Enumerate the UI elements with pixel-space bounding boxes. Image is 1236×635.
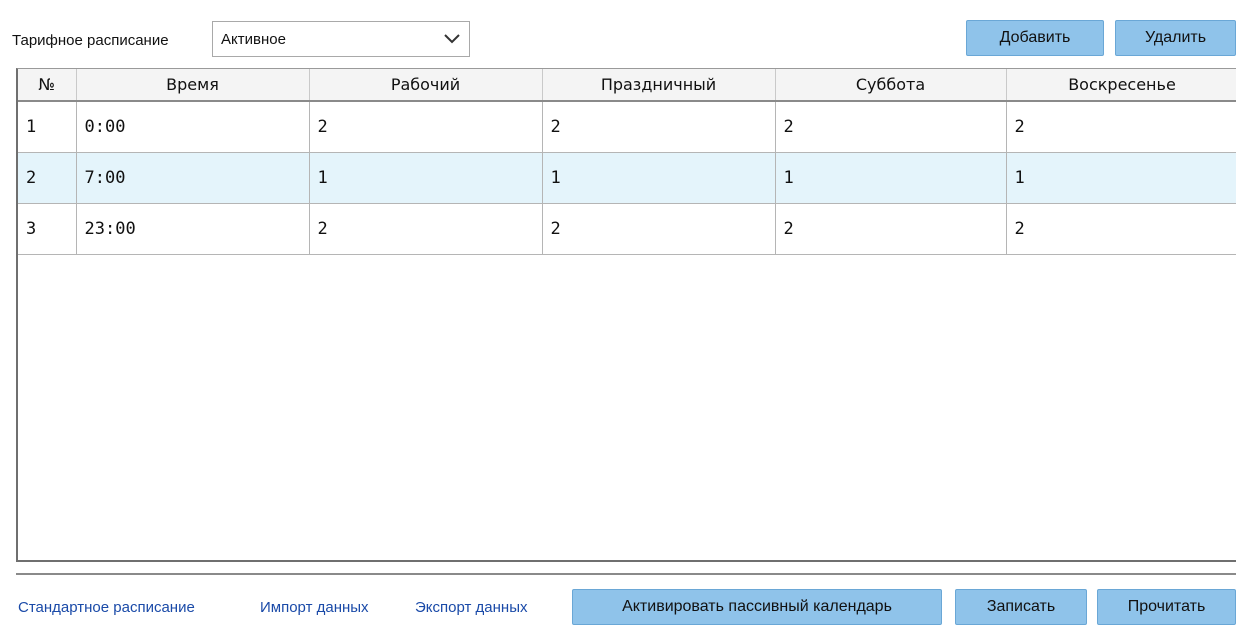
table-cell[interactable]: 3 — [18, 203, 77, 255]
table-cell[interactable]: 23:00 — [76, 203, 310, 255]
activate-passive-calendar-button[interactable]: Активировать пассивный календарь — [572, 589, 942, 625]
schedule-select-value: Активное — [221, 30, 286, 48]
chevron-down-icon[interactable] — [443, 33, 461, 45]
table-cell[interactable]: 2 — [309, 203, 543, 255]
table-cell[interactable]: 1 — [309, 152, 543, 204]
export-data-link[interactable]: Экспорт данных — [415, 599, 527, 616]
read-button[interactable]: Прочитать — [1097, 589, 1236, 625]
add-button[interactable]: Добавить — [966, 20, 1104, 56]
table-cell[interactable]: 1 — [18, 101, 77, 153]
standard-schedule-link[interactable]: Стандартное расписание — [18, 599, 195, 616]
delete-button[interactable]: Удалить — [1115, 20, 1236, 56]
schedule-select[interactable]: Активное — [212, 21, 470, 57]
column-header-workday[interactable]: Рабочий — [309, 69, 543, 102]
table-cell[interactable]: 2 — [542, 101, 776, 153]
import-data-link[interactable]: Импорт данных — [260, 599, 369, 616]
footer-divider — [16, 573, 1236, 575]
table-cell[interactable]: 2 — [542, 203, 776, 255]
column-header-sunday[interactable]: Воскресенье — [1006, 69, 1236, 102]
table-cell[interactable]: 2 — [1006, 101, 1236, 153]
column-header-time[interactable]: Время — [76, 69, 310, 102]
table-cell[interactable]: 2 — [309, 101, 543, 153]
column-header-number[interactable]: № — [18, 69, 77, 102]
table-cell[interactable]: 1 — [775, 152, 1007, 204]
table-cell[interactable]: 2 — [1006, 203, 1236, 255]
table-cell[interactable]: 2 — [775, 203, 1007, 255]
write-button[interactable]: Записать — [955, 589, 1087, 625]
tariff-grid[interactable]: № Время Рабочий Праздничный Суббота Воск… — [16, 68, 1236, 562]
table-header-row: № Время Рабочий Праздничный Суббота Воск… — [18, 69, 1236, 102]
table-row[interactable]: 1 0:00 2 2 2 2 — [18, 101, 1236, 153]
column-header-saturday[interactable]: Суббота — [775, 69, 1007, 102]
table-cell[interactable]: 7:00 — [76, 152, 310, 204]
table-cell[interactable]: 2 — [18, 152, 77, 204]
table-cell[interactable]: 1 — [542, 152, 776, 204]
table-cell[interactable]: 0:00 — [76, 101, 310, 153]
table-cell[interactable]: 1 — [1006, 152, 1236, 204]
table-cell[interactable]: 2 — [775, 101, 1007, 153]
schedule-label: Тарифное расписание — [12, 32, 169, 49]
table-row[interactable]: 3 23:00 2 2 2 2 — [18, 203, 1236, 255]
column-header-holiday[interactable]: Праздничный — [542, 69, 776, 102]
table-row[interactable]: 2 7:00 1 1 1 1 — [18, 152, 1236, 204]
